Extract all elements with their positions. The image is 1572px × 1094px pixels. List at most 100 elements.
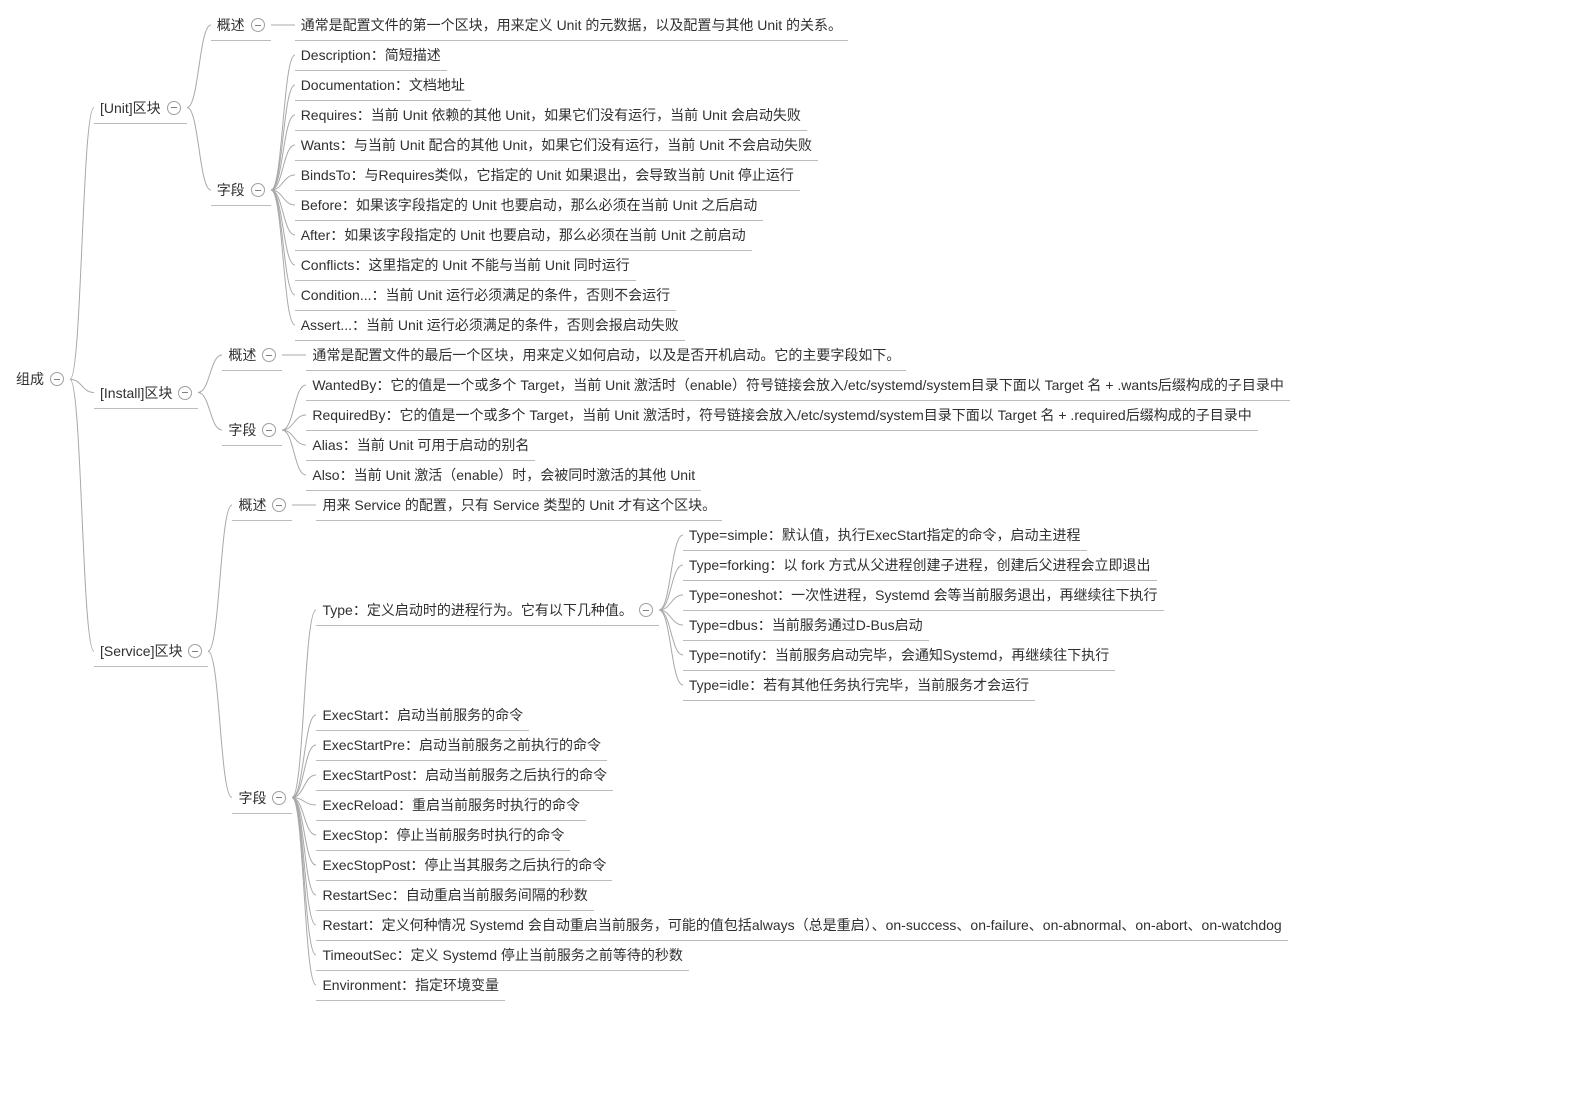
mindmap-branch-Environment-: Environment：指定环境变量: [316, 970, 1287, 1000]
node-label: ExecStart：启动当前服务的命令: [322, 700, 523, 730]
mindmap-branch--: 字段 WantedBy：它的值是一个或多个 Target，当前 Unit 激活时（…: [222, 370, 1290, 490]
mindmap-node-RestartSec-: RestartSec：自动重启当前服务间隔的秒数: [316, 880, 593, 911]
mindmap-branch-RestartSec-: RestartSec：自动重启当前服务间隔的秒数: [316, 880, 1287, 910]
collapse-toggle-icon[interactable]: [167, 101, 181, 115]
mindmap-branch-Requires-Unit-Unit-Unit-: Requires：当前 Unit 依赖的其他 Unit，如果它们没有运行，当前 …: [295, 100, 818, 130]
mindmap-node--[interactable]: 字段: [232, 783, 292, 814]
children-column: 概述通常是配置文件的最后一个区块，用来定义如何启动，以及是否开机启动。它的主要字…: [222, 340, 1290, 490]
node-label: 字段: [238, 783, 266, 813]
collapse-toggle-icon[interactable]: [50, 372, 64, 386]
mindmap-branch-Documentation-: Documentation：文档地址: [295, 70, 818, 100]
mindmap-branch--: 字段 Type：定义启动时的进程行为。它有以下几种值。 Type=simple：默认…: [232, 520, 1287, 1000]
node-label: Type=notify：当前服务启动完毕，会通知Systemd，再继续往下执行: [689, 640, 1109, 670]
mindmap-node--Install-[interactable]: [Install]区块: [94, 378, 198, 409]
mindmap-branch--Service-Service-Unit-: 用来 Service 的配置，只有 Service 类型的 Unit 才有这个区…: [316, 490, 722, 520]
mindmap-branch--: 概述 通常是配置文件的第一个区块，用来定义 Unit 的元数据，以及配置与其他 U…: [211, 10, 848, 40]
mindmap-node--Unit-[interactable]: [Unit]区块: [94, 93, 187, 124]
mindmap-branch-Restart-Systemd-always-on-success-on-fai: Restart：定义何种情况 Systemd 会自动重启当前服务，可能的值包括a…: [316, 910, 1287, 940]
mindmap-node--[interactable]: 字段: [222, 415, 282, 446]
node-label: Type=idle：若有其他任务执行完毕，当前服务才会运行: [689, 670, 1029, 700]
mindmap-node-Conflicts-Unit-Unit-: Conflicts：这里指定的 Unit 不能与当前 Unit 同时运行: [295, 250, 636, 281]
mindmap-node-Alias-Unit-: Alias：当前 Unit 可用于启动的别名: [306, 430, 535, 461]
mindmap-node--[interactable]: 组成: [10, 364, 70, 394]
collapse-toggle-icon[interactable]: [262, 423, 276, 437]
mindmap-branch--: 通常是配置文件的最后一个区块，用来定义如何启动，以及是否开机启动。它的主要字段如…: [306, 340, 906, 370]
mindmap-node-ExecStartPost-: ExecStartPost：启动当前服务之后执行的命令: [316, 760, 613, 791]
mindmap-branch-Before-Unit-Unit-: Before：如果该字段指定的 Unit 也要启动，那么必须在当前 Unit 之…: [295, 190, 818, 220]
connector-lines: [271, 10, 295, 40]
node-label: Assert...：当前 Unit 运行必须满足的条件，否则会报启动失败: [301, 310, 679, 340]
mindmap-node--[interactable]: 概述: [232, 490, 292, 521]
collapse-toggle-icon[interactable]: [639, 603, 653, 617]
connector-lines: [208, 490, 232, 1000]
children-column: Type：定义启动时的进程行为。它有以下几种值。 Type=simple：默认值，…: [316, 520, 1287, 1000]
node-label: RestartSec：自动重启当前服务间隔的秒数: [322, 880, 587, 910]
mindmap-root: 组成[Unit]区块概述通常是配置文件的第一个区块，用来定义 Unit 的元数据…: [10, 10, 1562, 1000]
collapse-toggle-icon[interactable]: [178, 386, 192, 400]
mindmap-branch-Alias-Unit-: Alias：当前 Unit 可用于启动的别名: [306, 430, 1290, 460]
node-label: Alias：当前 Unit 可用于启动的别名: [312, 430, 529, 460]
node-label: TimeoutSec：定义 Systemd 停止当前服务之前等待的秒数: [322, 940, 682, 970]
mindmap-branch-ExecStopPost-: ExecStopPost：停止当其服务之后执行的命令: [316, 850, 1287, 880]
mindmap-branch-RequiredBy-Target-Unit-etc-systemd-syste: RequiredBy：它的值是一个或多个 Target，当前 Unit 激活时，…: [306, 400, 1290, 430]
node-label: Type=simple：默认值，执行ExecStart指定的命令，启动主进程: [689, 520, 1081, 550]
mindmap-node-Requires-Unit-Unit-Unit-: Requires：当前 Unit 依赖的其他 Unit，如果它们没有运行，当前 …: [295, 100, 807, 131]
children-column: 通常是配置文件的第一个区块，用来定义 Unit 的元数据，以及配置与其他 Uni…: [295, 10, 848, 40]
collapse-toggle-icon[interactable]: [251, 18, 265, 32]
mindmap-node--[interactable]: 概述: [222, 340, 282, 371]
node-label: 组成: [16, 364, 44, 394]
node-label: BindsTo：与Requires类似，它指定的 Unit 如果退出，会导致当前…: [301, 160, 794, 190]
children-column: 用来 Service 的配置，只有 Service 类型的 Unit 才有这个区…: [316, 490, 722, 520]
connector-lines: [292, 520, 316, 1000]
mindmap-branch-ExecStop-: ExecStop：停止当前服务时执行的命令: [316, 820, 1287, 850]
node-label: RequiredBy：它的值是一个或多个 Target，当前 Unit 激活时，…: [312, 400, 1251, 430]
node-label: ExecStopPost：停止当其服务之后执行的命令: [322, 850, 606, 880]
mindmap-branch-BindsTo-Requires-Unit-Unit-: BindsTo：与Requires类似，它指定的 Unit 如果退出，会导致当前…: [295, 160, 818, 190]
mindmap-branch--: 概述通常是配置文件的最后一个区块，用来定义如何启动，以及是否开机启动。它的主要字…: [222, 340, 1290, 370]
mindmap-node--[interactable]: 字段: [211, 175, 271, 206]
collapse-toggle-icon[interactable]: [188, 644, 202, 658]
children-column: Type=simple：默认值，执行ExecStart指定的命令，启动主进程Ty…: [683, 520, 1164, 700]
node-label: Type=dbus：当前服务通过D-Bus启动: [689, 610, 923, 640]
mindmap-node--[interactable]: 概述: [211, 10, 271, 41]
connector-lines: [271, 40, 295, 340]
mindmap-node-Condition-Unit-: Condition...：当前 Unit 运行必须满足的条件，否则不会运行: [295, 280, 677, 311]
mindmap-branch-Assert-Unit-: Assert...：当前 Unit 运行必须满足的条件，否则会报启动失败: [295, 310, 818, 340]
mindmap-node-BindsTo-Requires-Unit-Unit-: BindsTo：与Requires类似，它指定的 Unit 如果退出，会导致当前…: [295, 160, 800, 191]
mindmap-node--Service-[interactable]: [Service]区块: [94, 636, 208, 667]
collapse-toggle-icon[interactable]: [272, 498, 286, 512]
mindmap-node-ExecStopPost-: ExecStopPost：停止当其服务之后执行的命令: [316, 850, 612, 881]
mindmap-branch--: 组成[Unit]区块概述通常是配置文件的第一个区块，用来定义 Unit 的元数据…: [10, 10, 1562, 1000]
mindmap-node--Service-Service-Unit-: 用来 Service 的配置，只有 Service 类型的 Unit 才有这个区…: [316, 490, 722, 521]
children-column: WantedBy：它的值是一个或多个 Target，当前 Unit 激活时（en…: [306, 370, 1290, 490]
mindmap-branch--Unit-: [Unit]区块 概述 通常是配置文件的第一个区块，用来定义 Unit 的元数据，以…: [94, 10, 1290, 340]
node-label: Type：定义启动时的进程行为。它有以下几种值。: [322, 595, 632, 625]
children-column: 概述 通常是配置文件的第一个区块，用来定义 Unit 的元数据，以及配置与其他 U…: [211, 10, 848, 340]
mindmap-node-ExecReload-: ExecReload：重启当前服务时执行的命令: [316, 790, 586, 821]
collapse-toggle-icon[interactable]: [272, 791, 286, 805]
mindmap-node-RequiredBy-Target-Unit-etc-systemd-syste: RequiredBy：它的值是一个或多个 Target，当前 Unit 激活时，…: [306, 400, 1257, 431]
node-label: Before：如果该字段指定的 Unit 也要启动，那么必须在当前 Unit 之…: [301, 190, 758, 220]
mindmap-branch-Description-: Description：简短描述: [295, 40, 818, 70]
mindmap-branch-WantedBy-Target-Unit-enable-etc-systemd-: WantedBy：它的值是一个或多个 Target，当前 Unit 激活时（en…: [306, 370, 1290, 400]
mindmap-node-Type-oneshot-Systemd-: Type=oneshot：一次性进程，Systemd 会等当前服务退出，再继续往…: [683, 580, 1164, 611]
mindmap-node-Type-[interactable]: Type：定义启动时的进程行为。它有以下几种值。: [316, 595, 658, 626]
mindmap-node-Wants-Unit-Unit-Unit-: Wants：与当前 Unit 配合的其他 Unit，如果它们没有运行，当前 Un…: [295, 130, 818, 161]
mindmap-node-Type-forking-fork-: Type=forking：以 fork 方式从父进程创建子进程，创建后父进程会立…: [683, 550, 1157, 581]
node-label: ExecStop：停止当前服务时执行的命令: [322, 820, 564, 850]
mindmap-branch-TimeoutSec-Systemd-: TimeoutSec：定义 Systemd 停止当前服务之前等待的秒数: [316, 940, 1287, 970]
mindmap-branch--Install-: [Install]区块 概述通常是配置文件的最后一个区块，用来定义如何启动，以及是…: [94, 340, 1290, 490]
collapse-toggle-icon[interactable]: [262, 348, 276, 362]
mindmap-node-Documentation-: Documentation：文档地址: [295, 70, 471, 101]
mindmap-branch-ExecStart-: ExecStart：启动当前服务的命令: [316, 700, 1287, 730]
mindmap-node-Also-Unit-enable-Unit: Also：当前 Unit 激活（enable）时，会被同时激活的其他 Unit: [306, 460, 701, 491]
connector-lines: [282, 340, 306, 370]
node-label: [Install]区块: [100, 378, 172, 408]
node-label: 概述: [217, 10, 245, 40]
collapse-toggle-icon[interactable]: [251, 183, 265, 197]
node-label: 字段: [228, 415, 256, 445]
node-label: Requires：当前 Unit 依赖的其他 Unit，如果它们没有运行，当前 …: [301, 100, 801, 130]
connector-lines: [198, 340, 222, 490]
mindmap-node-ExecStart-: ExecStart：启动当前服务的命令: [316, 700, 529, 731]
mindmap-branch-Type-oneshot-Systemd-: Type=oneshot：一次性进程，Systemd 会等当前服务退出，再继续往…: [683, 580, 1164, 610]
